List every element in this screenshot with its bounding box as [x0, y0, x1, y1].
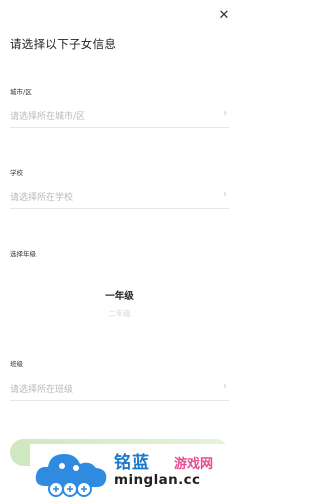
watermark: 铭蓝 游戏网 minglan.cc — [30, 444, 239, 500]
school-picker[interactable]: 请选择所在学校 › — [10, 186, 229, 209]
grade-option-selected[interactable]: 一年级 — [0, 288, 239, 302]
cloud-logo-icon — [35, 454, 107, 497]
city-label: 城市/区 — [10, 88, 32, 96]
class-placeholder: 请选择所在班级 — [10, 385, 74, 395]
grade-label: 选择年级 — [10, 250, 36, 258]
class-label: 班级 — [10, 360, 23, 368]
chevron-right-icon: › — [223, 381, 227, 392]
chevron-right-icon: › — [223, 189, 227, 200]
close-icon[interactable]: ✕ — [215, 7, 233, 25]
watermark-sub: 游戏网 — [174, 457, 214, 472]
school-placeholder: 请选择所在学校 — [10, 193, 74, 203]
page-title: 请选择以下子女信息 — [10, 37, 117, 51]
city-picker[interactable]: 请选择所在城市/区 › — [10, 105, 229, 128]
watermark-brand: 铭蓝 — [114, 453, 150, 473]
grade-wheel[interactable]: 一年级 二年级 — [0, 280, 239, 330]
watermark-url: minglan.cc — [114, 472, 201, 488]
grade-option[interactable]: 二年级 — [0, 308, 239, 319]
chevron-right-icon: › — [223, 108, 227, 119]
class-picker[interactable]: 请选择所在班级 › — [10, 378, 229, 401]
school-label: 学校 — [10, 169, 23, 177]
city-placeholder: 请选择所在城市/区 — [10, 112, 86, 122]
